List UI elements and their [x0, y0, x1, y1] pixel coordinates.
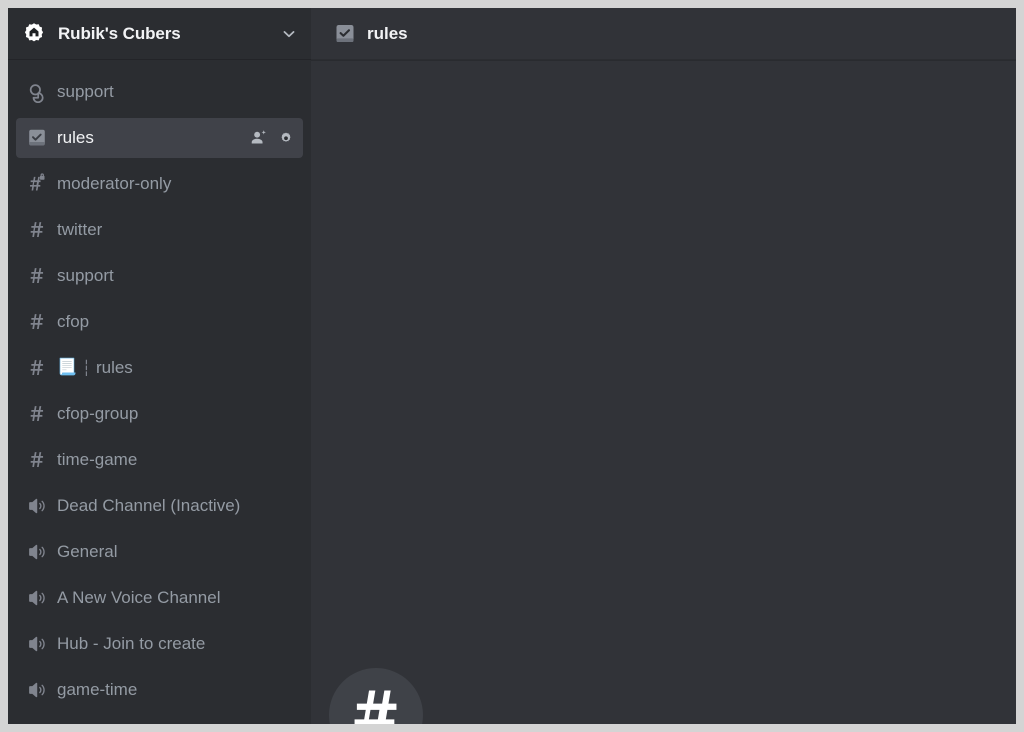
channel-watermark [329, 668, 423, 724]
channel-name: Dead Channel (Inactive) [57, 496, 241, 515]
speaker-icon [29, 682, 45, 698]
channel-name: cfop [57, 312, 90, 331]
hash-icon [30, 360, 44, 375]
channel-row[interactable]: A New Voice Channel [16, 578, 303, 618]
channel-name: rules [57, 128, 94, 147]
speaker-icon [29, 590, 45, 606]
channel-row[interactable]: moderator-only [16, 164, 303, 204]
channel-name: rules [95, 358, 133, 377]
speaker-icon [29, 498, 45, 514]
channel-name: support [57, 82, 114, 101]
channel-name: Hub - Join to create [57, 634, 206, 653]
person-add-icon[interactable] [250, 129, 268, 147]
channel-row[interactable]: rules [16, 118, 303, 158]
channel-header: rules [311, 8, 1016, 60]
hash-icon [30, 268, 44, 283]
server-header[interactable]: Rubik's Cubers [8, 8, 311, 60]
speaker-icon [29, 544, 45, 560]
channel-row[interactable]: time-game [16, 440, 303, 480]
channel-row[interactable]: 📃 ┆ rules [16, 348, 303, 388]
hash-icon [30, 452, 44, 467]
channel-row[interactable]: cfop [16, 302, 303, 342]
page-title: rules [367, 23, 408, 43]
channel-row[interactable]: cfop-group [16, 394, 303, 434]
channel-name: time-game [57, 450, 138, 469]
hash-icon [30, 314, 44, 329]
channel-row[interactable]: General [16, 532, 303, 572]
forum-icon [29, 84, 44, 103]
chevron-down-icon[interactable] [279, 24, 299, 44]
channel-name: game-time [57, 680, 138, 699]
main-content: rules [311, 8, 1016, 724]
channel-row[interactable]: Dead Channel (Inactive) [16, 486, 303, 526]
hash-icon [30, 222, 44, 237]
hash-lock-icon [30, 173, 45, 191]
channel-name: twitter [57, 220, 103, 239]
message-area [311, 60, 1016, 724]
channel-name: General [57, 542, 118, 561]
channel-list: support rules moderator-only twitter support… [8, 60, 311, 724]
channel-sidebar: Rubik's Cubers support rules moderator-onl… [8, 8, 311, 724]
channel-row[interactable]: support [16, 72, 303, 112]
speaker-icon [29, 636, 45, 652]
channel-name: A New Voice Channel [57, 588, 221, 607]
discord-window: Rubik's Cubers support rules moderator-onl… [8, 8, 1016, 724]
channel-row[interactable]: Hub - Join to create [16, 624, 303, 664]
channel-row[interactable]: support [16, 256, 303, 296]
channel-name: support [57, 266, 114, 285]
screenshot-frame: Rubik's Cubers support rules moderator-onl… [0, 0, 1024, 732]
channel-row-actions [250, 129, 295, 147]
hash-icon [30, 406, 44, 421]
channel-name-separator: ┆ [81, 360, 91, 377]
channel-name: cfop-group [57, 404, 139, 423]
rules-icon [336, 24, 354, 42]
server-name: Rubik's Cubers [58, 23, 181, 43]
channel-name: moderator-only [57, 174, 172, 193]
channel-emoji: 📃 [57, 359, 77, 376]
hash-icon [354, 690, 397, 724]
channel-row[interactable]: twitter [16, 210, 303, 250]
gear-icon[interactable] [277, 129, 295, 147]
rules-icon [29, 129, 45, 146]
channel-row[interactable]: game-time [16, 670, 303, 710]
home-badge-icon [24, 22, 44, 41]
